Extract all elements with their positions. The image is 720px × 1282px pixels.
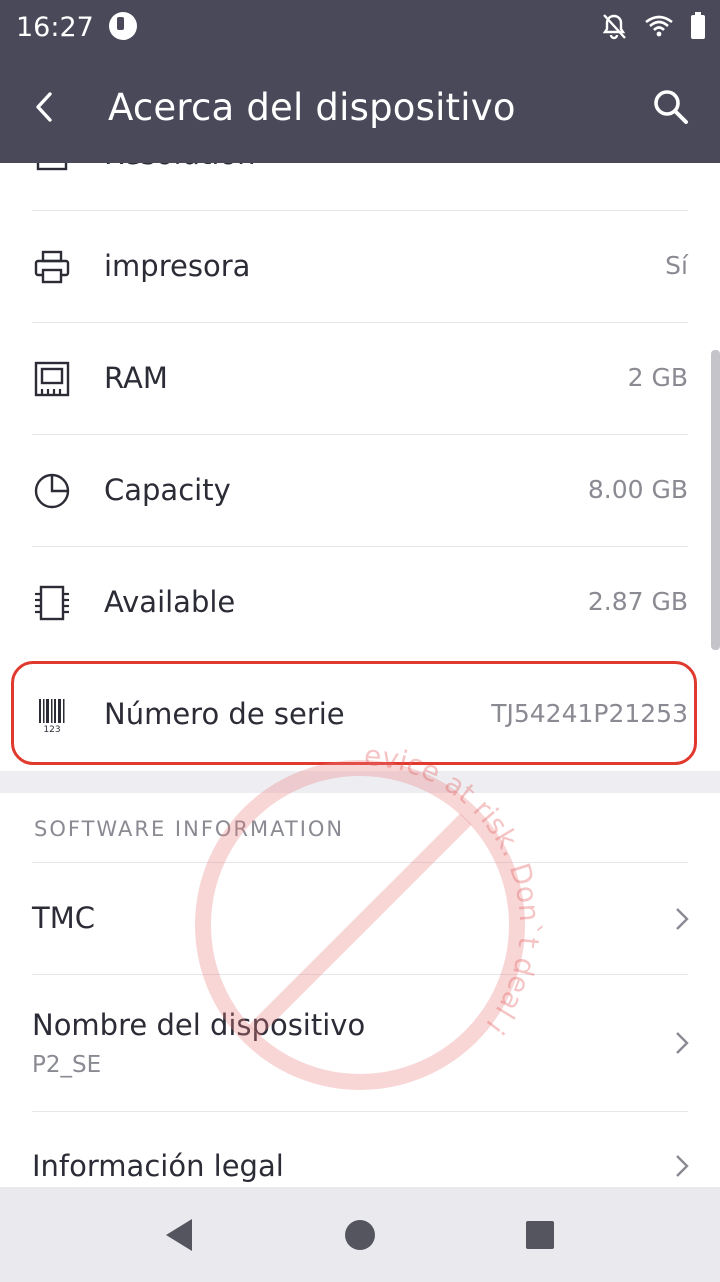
section-header: SOFTWARE INFORMATION — [34, 817, 345, 841]
item-label: RAM — [104, 361, 168, 395]
list-item-tmc[interactable]: TMC — [0, 863, 720, 974]
scrollbar[interactable] — [711, 350, 720, 650]
status-time: 16:27 — [16, 12, 94, 43]
search-icon[interactable] — [646, 82, 696, 132]
section-separator — [0, 771, 720, 793]
item-value: Sí — [665, 251, 688, 280]
battery-icon — [691, 12, 705, 39]
chevron-right-icon — [676, 1032, 689, 1054]
pie-chart-icon — [34, 473, 70, 509]
page-title: Acerca del dispositivo — [108, 86, 516, 129]
item-value: 2 GB — [627, 363, 688, 392]
item-value: 2.87 GB — [587, 587, 688, 616]
list-item-legal-info[interactable]: Información legal — [0, 1112, 720, 1187]
arrow-back-icon[interactable] — [22, 82, 72, 132]
list-item-available[interactable]: Available 2.87 GB — [0, 547, 720, 659]
bell-off-icon — [602, 14, 626, 40]
ram-icon — [34, 361, 70, 397]
wifi-icon — [645, 15, 673, 37]
app-notification-icon — [109, 12, 137, 40]
status-icons — [600, 12, 706, 40]
item-label: Información legal — [32, 1149, 284, 1183]
item-label: Resolution — [104, 163, 256, 171]
list-item-ram[interactable]: RAM 2 GB — [0, 323, 720, 435]
item-label: Available — [104, 585, 236, 619]
list-item-resolution[interactable]: Resolution — [0, 163, 720, 211]
item-label: Nombre del dispositivo — [32, 1008, 366, 1042]
chip-icon — [35, 585, 69, 621]
app-toolbar: Acerca del dispositivo — [0, 56, 720, 163]
item-label: TMC — [32, 901, 95, 935]
item-value: 8.00 GB — [587, 475, 688, 504]
item-label: Capacity — [104, 473, 231, 507]
serial-number-highlight — [11, 661, 697, 765]
resolution-icon — [36, 163, 68, 171]
nav-home-icon[interactable] — [340, 1215, 380, 1255]
item-label: impresora — [104, 249, 251, 283]
settings-list[interactable]: Resolution impresora Sí RAM 2 GB — [0, 163, 720, 1187]
printer-icon — [34, 250, 70, 284]
nav-recents-icon[interactable] — [520, 1215, 560, 1255]
chevron-right-icon — [676, 908, 689, 930]
navigation-bar — [0, 1187, 720, 1282]
list-item-printer[interactable]: impresora Sí — [0, 211, 720, 323]
list-item-capacity[interactable]: Capacity 8.00 GB — [0, 435, 720, 547]
item-sublabel: P2_SE — [32, 1052, 102, 1078]
chevron-right-icon — [676, 1155, 689, 1177]
list-item-device-name[interactable]: Nombre del dispositivo P2_SE — [0, 975, 720, 1111]
nav-back-icon[interactable] — [160, 1215, 200, 1255]
status-bar: 16:27 — [0, 0, 720, 56]
